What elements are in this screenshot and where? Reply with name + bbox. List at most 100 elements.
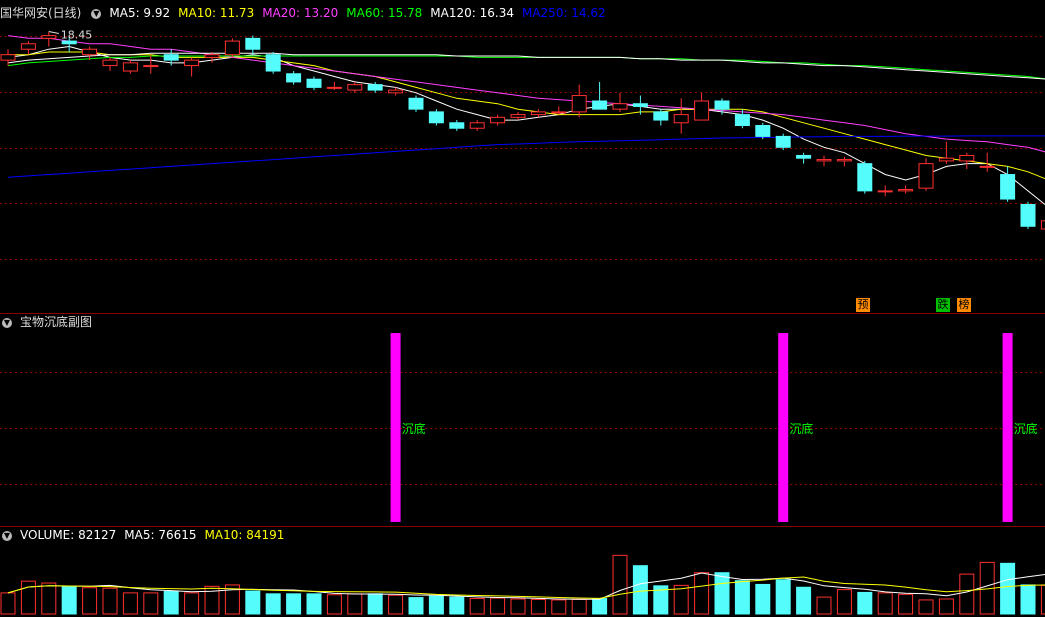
candle-body [694,100,710,121]
volume-bar [490,597,506,615]
volume-bar [775,579,791,615]
candle-body [571,95,587,113]
volume-bar [673,584,689,615]
volume-bar [959,573,975,615]
ma-line [7,45,1045,206]
candle-body [306,78,322,88]
volume-bar [41,582,57,615]
volume-bar [714,572,730,615]
candle-body [20,43,36,50]
candle-body [41,35,57,39]
signal-label: 沉底 [1014,421,1038,436]
volume-bar [143,592,159,615]
volume-bar [796,586,812,615]
volume-bar [836,589,852,615]
candle-body [428,111,444,124]
candle-body [734,114,750,127]
candle-body [775,135,791,148]
volume-bar [428,595,444,615]
volume-bar [1020,584,1036,615]
volume-bar [20,580,36,615]
candle-body [490,116,506,124]
signal-bar [1002,333,1013,522]
volume-bar [367,593,383,615]
volume-bar [122,592,138,615]
candle-body [979,165,995,168]
volume-bar [530,598,546,615]
volume-bar [898,593,914,615]
candle-body [816,159,832,162]
volume-bar [408,597,424,615]
signal-bar [390,333,401,522]
volume-bar [245,590,261,615]
volume-bar [286,593,302,615]
ma-line [7,52,1045,80]
volume-bar [877,592,893,615]
volume-bar [306,593,322,615]
candle-body [530,111,546,116]
candle-body [1040,220,1045,230]
volume-bar [388,594,404,615]
candle-body [245,37,261,50]
volume-bar [694,572,710,615]
volume-bar [184,592,200,615]
volume-bar [571,598,587,615]
candle-body [143,65,159,68]
volume-bar [469,598,485,615]
volume-bar [857,591,873,615]
signal-badge: 跌 [936,298,950,312]
volume-bar [592,598,608,615]
volume-bar [1000,562,1016,615]
volume-bar [551,599,567,615]
candle-body [469,122,485,129]
volume-bar [816,596,832,615]
signal-badge: 预 [856,298,870,312]
volume-bar [82,587,98,615]
candle-body [653,111,669,121]
signal-label: 沉底 [789,421,813,436]
candle-body [836,159,852,162]
volume-bar [938,598,954,615]
candle-body [184,59,200,67]
candle-body [510,114,526,118]
ma-line [7,135,1045,178]
candle-body [82,48,98,56]
volume-bar [61,586,77,615]
candle-body [326,86,342,89]
volume-bar [918,599,934,615]
candle-body [918,163,934,189]
signal-bar [778,333,789,522]
volume-bar [265,593,281,615]
volume-bar [347,593,363,615]
volume-bar [102,587,118,615]
volume-bar [163,590,179,615]
candle-body [204,54,220,58]
volume-bar [632,565,648,615]
candle-body [612,103,628,110]
candle-body [224,40,240,56]
candle-body [632,103,648,107]
volume-bar [0,592,16,615]
candle-body [857,163,873,192]
candle-body [1000,174,1016,200]
volume-bar [449,596,465,615]
candle-body [551,111,567,114]
candle-body [163,54,179,61]
candle-body [388,89,404,94]
volume-bar [326,594,342,615]
signal-badge: 榜 [957,298,971,312]
high-marker [48,31,59,35]
volume-bar [734,580,750,615]
volume-bar [612,554,628,615]
high-label: 18.45 [61,29,93,42]
candle-body [673,114,689,124]
candle-body [938,157,954,162]
candle-body [898,189,914,192]
volume-bar [510,598,526,615]
price-chart[interactable]: 18.458.60沉底沉底沉底 [0,0,1045,617]
signal-label: 沉底 [402,421,426,436]
candle-body [367,84,383,91]
candle-body [592,100,608,110]
candle-body [714,100,730,110]
candle-body [122,62,138,72]
